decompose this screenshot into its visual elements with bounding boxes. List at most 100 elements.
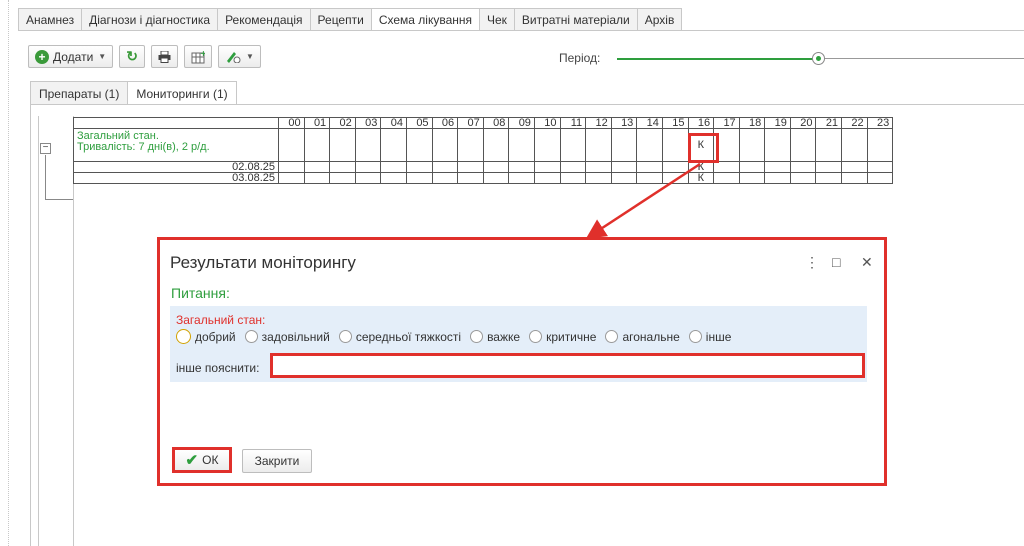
hour-cell[interactable]: [354, 161, 382, 173]
hour-cell[interactable]: [457, 161, 484, 173]
close-icon[interactable]: ✕: [861, 254, 873, 271]
tab-drugs[interactable]: Препараты (1): [30, 81, 128, 105]
hour-cell[interactable]: [661, 128, 689, 162]
hour-cell[interactable]: [585, 128, 612, 162]
maximize-icon[interactable]: □: [832, 254, 840, 270]
hour-cell[interactable]: [738, 161, 766, 173]
hour-cell[interactable]: [303, 128, 331, 162]
hour-cell[interactable]: [303, 161, 331, 173]
radio-critical[interactable]: критичне: [529, 330, 596, 344]
hour-cell-marked[interactable]: К: [687, 161, 715, 173]
ok-button[interactable]: ✔ ОК: [172, 447, 232, 473]
hour-cell[interactable]: [866, 172, 894, 184]
radio-agonal[interactable]: агональне: [605, 330, 680, 344]
hour-cell[interactable]: [457, 128, 484, 162]
hour-cell[interactable]: [585, 161, 612, 173]
hour-cell[interactable]: [278, 128, 305, 162]
hour-cell[interactable]: [405, 128, 433, 162]
hour-cell[interactable]: [661, 161, 689, 173]
hour-cell[interactable]: [841, 128, 868, 162]
hour-cell[interactable]: [559, 161, 587, 173]
hour-cell[interactable]: [329, 172, 356, 184]
hour-cell[interactable]: [533, 128, 561, 162]
hour-cell[interactable]: [303, 172, 331, 184]
hour-cell[interactable]: [329, 128, 356, 162]
hour-cell[interactable]: [431, 172, 459, 184]
collapse-icon[interactable]: −: [40, 143, 51, 154]
other-explain-input[interactable]: [270, 353, 865, 378]
hour-cell[interactable]: [533, 161, 561, 173]
period-slider-track[interactable]: [825, 58, 1024, 59]
hour-cell[interactable]: [610, 161, 638, 173]
hour-cell[interactable]: [815, 161, 843, 173]
hour-cell[interactable]: [636, 161, 663, 173]
hour-cell[interactable]: [482, 172, 510, 184]
hour-cell[interactable]: [278, 161, 305, 173]
hour-cell[interactable]: [815, 128, 843, 162]
close-button[interactable]: Закрити: [242, 449, 312, 473]
hour-cell[interactable]: [508, 128, 535, 162]
hour-cell[interactable]: [482, 128, 510, 162]
hour-cell-marked[interactable]: К: [687, 172, 715, 184]
hour-cell[interactable]: [610, 172, 638, 184]
hour-cell[interactable]: [636, 172, 663, 184]
tab-recommendation[interactable]: Рекомендація: [217, 8, 310, 31]
hour-cell[interactable]: [354, 172, 382, 184]
tab-receipt[interactable]: Чек: [479, 8, 514, 31]
hour-cell[interactable]: [380, 128, 407, 162]
add-button[interactable]: + Додати ▼: [28, 45, 114, 68]
hour-cell[interactable]: [789, 161, 817, 173]
radio-other[interactable]: інше: [688, 330, 731, 344]
hour-cell[interactable]: [508, 172, 535, 184]
hour-cell[interactable]: [585, 172, 612, 184]
hour-cell[interactable]: [457, 172, 484, 184]
hour-cell[interactable]: [841, 172, 868, 184]
hour-cell[interactable]: [713, 161, 740, 173]
hour-cell[interactable]: [405, 172, 433, 184]
hour-cell[interactable]: [661, 172, 689, 184]
hour-cell[interactable]: [789, 172, 817, 184]
hour-cell[interactable]: [764, 128, 791, 162]
hour-cell[interactable]: [559, 128, 587, 162]
radio-good[interactable]: добрий: [176, 329, 236, 344]
tab-consumables[interactable]: Витратні матеріали: [513, 8, 637, 31]
period-slider-track-filled[interactable]: [617, 58, 815, 60]
more-menu-icon[interactable]: ⋮: [805, 254, 819, 271]
tab-prescriptions[interactable]: Рецепти: [309, 8, 371, 31]
period-slider-handle[interactable]: [812, 52, 825, 65]
radio-moderate[interactable]: середньої тяжкості: [338, 330, 461, 344]
hour-cell[interactable]: [866, 128, 894, 162]
hour-cell[interactable]: [482, 161, 510, 173]
hour-cell[interactable]: [764, 172, 791, 184]
hour-cell[interactable]: [405, 161, 433, 173]
edit-menu-button[interactable]: ▼: [217, 45, 261, 68]
table-row[interactable]: Загальний стан. Тривалість: 7 дні(в), 2 …: [73, 128, 894, 162]
hour-cell[interactable]: [764, 161, 791, 173]
hour-cell[interactable]: [713, 172, 740, 184]
hour-cell[interactable]: [866, 161, 894, 173]
table-row[interactable]: 03.08.25 К: [73, 172, 894, 184]
hour-cell[interactable]: [841, 161, 868, 173]
add-column-button[interactable]: +: [183, 45, 212, 68]
hour-cell[interactable]: [278, 172, 305, 184]
hour-cell[interactable]: [815, 172, 843, 184]
tab-anamnesis[interactable]: Анамнез: [18, 8, 82, 31]
hour-cell[interactable]: [354, 128, 382, 162]
table-row[interactable]: 02.08.25 К: [73, 161, 894, 173]
hour-cell[interactable]: [533, 172, 561, 184]
monitoring-name-cell[interactable]: Загальний стан. Тривалість: 7 дні(в), 2 …: [73, 128, 279, 162]
hour-cell[interactable]: [380, 161, 407, 173]
hour-cell[interactable]: [380, 172, 407, 184]
tab-treatment-scheme[interactable]: Схема лікування: [370, 8, 479, 31]
hour-cell[interactable]: [559, 172, 587, 184]
hour-cell[interactable]: [789, 128, 817, 162]
hour-cell[interactable]: [431, 161, 459, 173]
hour-cell[interactable]: [738, 128, 766, 162]
hour-cell[interactable]: [329, 161, 356, 173]
refresh-button[interactable]: ↻: [119, 45, 145, 68]
print-button[interactable]: [150, 45, 178, 68]
tab-archive[interactable]: Архів: [636, 8, 683, 31]
hour-cell[interactable]: [610, 128, 638, 162]
hour-cell[interactable]: [508, 161, 535, 173]
radio-satisfactory[interactable]: задовільний: [244, 330, 330, 344]
